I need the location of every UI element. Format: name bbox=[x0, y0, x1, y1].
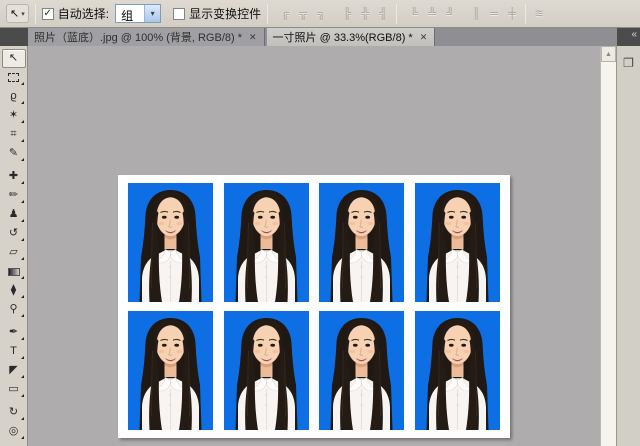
history-brush-icon: ↺ bbox=[9, 228, 18, 239]
path-selection-icon: ◤ bbox=[9, 365, 17, 376]
tab-document-one-inch-photo[interactable]: 一寸照片 @ 33.3%(RGB/8) * ✕ bbox=[267, 28, 436, 46]
id-photo[interactable] bbox=[415, 183, 500, 302]
3d-rotate-icon: ↻ bbox=[9, 407, 18, 418]
gradient-icon bbox=[8, 268, 20, 276]
separator bbox=[396, 4, 397, 24]
distribute-group: ╚ ╩ ╝ ║ ═ ╪ bbox=[407, 8, 519, 20]
show-transform-checkbox[interactable] bbox=[173, 8, 185, 20]
align-vcenter-icon[interactable]: ╦ bbox=[296, 8, 310, 20]
distribute-right-icon[interactable]: ╪ bbox=[505, 8, 519, 20]
align-distribute-group: ╔ ╦ ╗ ╠ ╬ ╣ bbox=[278, 8, 390, 20]
scroll-up-button[interactable]: ▲ bbox=[601, 46, 616, 62]
dropdown-value: 组 bbox=[116, 5, 144, 22]
tabbar-right-spacer: « bbox=[617, 28, 640, 46]
align-left-icon[interactable]: ╠ bbox=[340, 8, 354, 20]
chevron-down-icon[interactable]: ▾ bbox=[144, 5, 160, 22]
panel-icon[interactable]: ❐ bbox=[620, 54, 638, 72]
id-photo[interactable] bbox=[415, 311, 500, 430]
gradient-tool[interactable] bbox=[2, 262, 26, 281]
pen-tool[interactable]: ✒ bbox=[2, 323, 26, 342]
quick-selection-icon: ✶ bbox=[9, 110, 18, 121]
lasso-tool[interactable]: ϱ bbox=[2, 87, 26, 106]
move-tool-icon: ↖ bbox=[10, 7, 19, 20]
marquee-icon bbox=[8, 73, 19, 82]
up-arrow-icon: ▲ bbox=[605, 51, 612, 58]
crop-tool[interactable]: ⌗ bbox=[2, 125, 26, 144]
eyedropper-icon: ✎ bbox=[9, 148, 18, 159]
separator bbox=[525, 4, 526, 24]
auto-align-layers-icon[interactable]: ≋ bbox=[532, 7, 546, 20]
healing-brush-icon: ✚ bbox=[9, 171, 18, 182]
id-photo[interactable] bbox=[319, 311, 404, 430]
align-bottom-icon[interactable]: ╗ bbox=[314, 8, 328, 20]
chevron-down-icon: ▾ bbox=[21, 10, 25, 18]
rectangle-tool[interactable]: ▭ bbox=[2, 380, 26, 399]
spot-healing-brush-tool[interactable]: ✚ bbox=[2, 167, 26, 186]
align-hcenter-icon[interactable]: ╬ bbox=[358, 8, 372, 20]
auto-select-target-dropdown[interactable]: 组 ▾ bbox=[115, 4, 161, 23]
history-brush-tool[interactable]: ↺ bbox=[2, 224, 26, 243]
lasso-icon: ϱ bbox=[10, 91, 16, 102]
dodge-tool[interactable]: ⚲ bbox=[2, 300, 26, 319]
dodge-icon: ⚲ bbox=[9, 304, 17, 315]
distribute-top-icon[interactable]: ╚ bbox=[407, 8, 421, 20]
id-photo[interactable] bbox=[128, 183, 213, 302]
canvas-area[interactable] bbox=[28, 46, 600, 446]
blur-drop-icon: ⧫ bbox=[11, 285, 16, 296]
distribute-bottom-icon[interactable]: ╝ bbox=[443, 8, 457, 20]
pen-icon: ✒ bbox=[9, 327, 18, 338]
distribute-hcenter-icon[interactable]: ═ bbox=[487, 8, 501, 20]
3d-rotate-tool[interactable]: ↻ bbox=[2, 403, 26, 422]
quick-selection-tool[interactable]: ✶ bbox=[2, 106, 26, 125]
move-tool[interactable]: ↖ bbox=[2, 49, 26, 68]
eraser-tool[interactable]: ▱ bbox=[2, 243, 26, 262]
collapse-dock-icon[interactable]: « bbox=[631, 28, 640, 46]
tabbar-left-spacer bbox=[0, 28, 28, 46]
id-photo[interactable] bbox=[319, 183, 404, 302]
clone-stamp-icon: ♟ bbox=[9, 209, 19, 220]
rectangular-marquee-tool[interactable] bbox=[2, 68, 26, 87]
vertical-scrollbar[interactable]: ▲ bbox=[600, 46, 616, 446]
3d-orbit-icon: ◎ bbox=[9, 426, 19, 437]
tab-document-photo-blue[interactable]: 照片（蓝底）.jpg @ 100% (背景, RGB/8) * ✕ bbox=[28, 28, 265, 46]
tab-title: 照片（蓝底）.jpg @ 100% (背景, RGB/8) * bbox=[34, 29, 242, 45]
separator bbox=[267, 4, 268, 24]
auto-select-label: 自动选择: bbox=[58, 5, 109, 22]
align-top-icon[interactable]: ╔ bbox=[278, 8, 292, 20]
document-canvas[interactable] bbox=[118, 175, 510, 438]
brush-icon: ✏ bbox=[9, 190, 18, 201]
id-photo[interactable] bbox=[128, 311, 213, 430]
id-photo[interactable] bbox=[224, 183, 309, 302]
document-tab-bar: 照片（蓝底）.jpg @ 100% (背景, RGB/8) * ✕ 一寸照片 @… bbox=[0, 28, 640, 46]
close-icon[interactable]: ✕ bbox=[248, 32, 258, 43]
move-tool-icon: ↖ bbox=[9, 53, 18, 64]
clone-stamp-tool[interactable]: ♟ bbox=[2, 205, 26, 224]
distribute-vcenter-icon[interactable]: ╩ bbox=[425, 8, 439, 20]
close-icon[interactable]: ✕ bbox=[419, 32, 429, 43]
tab-title: 一寸照片 @ 33.3%(RGB/8) * bbox=[273, 29, 413, 45]
type-icon: T bbox=[10, 346, 17, 357]
separator bbox=[35, 4, 36, 24]
distribute-left-icon[interactable]: ║ bbox=[469, 8, 483, 20]
panel-dock: ❐ bbox=[616, 46, 640, 446]
current-tool-badge[interactable]: ↖ ▾ bbox=[6, 4, 29, 23]
path-selection-tool[interactable]: ◤ bbox=[2, 361, 26, 380]
brush-tool[interactable]: ✏ bbox=[2, 186, 26, 205]
align-right-icon[interactable]: ╣ bbox=[376, 8, 390, 20]
toolbox: ↖ ϱ ✶ ⌗ ✎ ✚ ✏ ♟ ↺ ▱ ⧫ ⚲ ✒ T ◤ ▭ ↻ ◎ bbox=[0, 46, 28, 446]
3d-orbit-tool[interactable]: ◎ bbox=[2, 422, 26, 441]
type-tool[interactable]: T bbox=[2, 342, 26, 361]
docked-panel-icon: ❐ bbox=[623, 56, 634, 70]
options-bar: ↖ ▾ ✓ 自动选择: 组 ▾ 显示变换控件 ╔ ╦ ╗ ╠ ╬ ╣ ╚ ╩ ╝… bbox=[0, 0, 640, 28]
auto-select-checkbox[interactable]: ✓ bbox=[42, 8, 54, 20]
eyedropper-tool[interactable]: ✎ bbox=[2, 144, 26, 163]
rectangle-icon: ▭ bbox=[8, 384, 18, 395]
crop-icon: ⌗ bbox=[10, 129, 16, 140]
show-transform-label: 显示变换控件 bbox=[189, 5, 261, 22]
blur-tool[interactable]: ⧫ bbox=[2, 281, 26, 300]
eraser-icon: ▱ bbox=[9, 247, 17, 258]
id-photo[interactable] bbox=[224, 311, 309, 430]
